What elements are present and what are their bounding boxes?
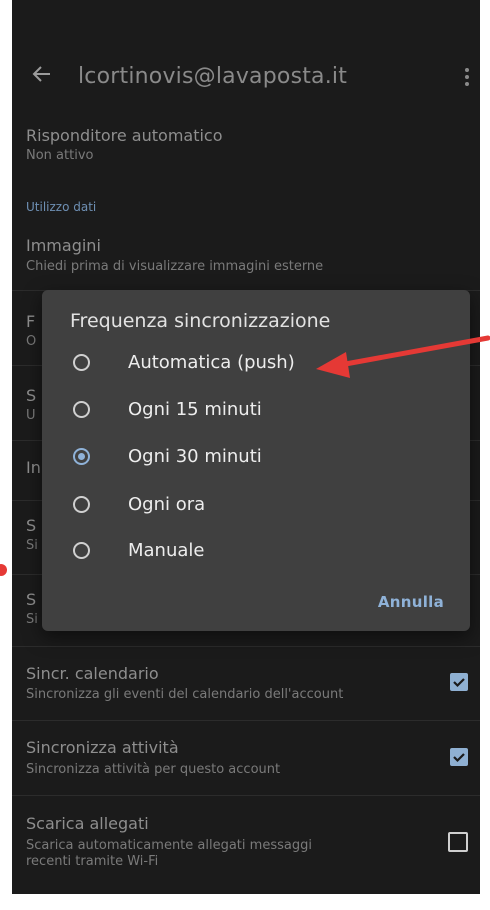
- pref-images[interactable]: Immagini Chiedi prima di visualizzare im…: [12, 226, 480, 286]
- divider: [12, 720, 480, 721]
- divider: [12, 646, 480, 647]
- pref-summary-partial: U: [26, 408, 36, 423]
- section-header-data-usage: Utilizzo dati: [26, 200, 97, 214]
- option-automatic-push[interactable]: Automatica (push): [42, 344, 470, 384]
- pref-summary-partial: Si: [26, 612, 38, 627]
- pref-autoreply[interactable]: Risponditore automatico Non attivo: [12, 118, 480, 178]
- account-title: lcortinovis@lavaposta.it: [78, 64, 348, 89]
- pref-summary-partial: O: [26, 334, 37, 349]
- pref-sync-tasks[interactable]: Sincronizza attività Sincronizza attivit…: [12, 724, 480, 794]
- radio-unselected-icon[interactable]: [73, 496, 90, 513]
- radio-unselected-icon[interactable]: [73, 401, 90, 418]
- pref-summary-line-2: recenti tramite Wi-Fi: [26, 854, 159, 869]
- option-every-15-minutes[interactable]: Ogni 15 minuti: [42, 391, 470, 431]
- pref-download-attachments[interactable]: Scarica allegati Scarica automaticamente…: [12, 800, 480, 890]
- divider: [12, 795, 480, 796]
- option-label: Automatica (push): [128, 352, 295, 373]
- pref-title-partial: F: [26, 312, 36, 331]
- pref-title: Risponditore automatico: [26, 126, 223, 145]
- checkbox-unchecked[interactable]: [448, 832, 468, 852]
- option-label: Ogni 30 minuti: [128, 446, 262, 467]
- pref-summary-partial: Si: [26, 538, 38, 553]
- back-arrow-icon[interactable]: [30, 62, 60, 92]
- pref-title: Scarica allegati: [26, 814, 149, 833]
- pref-title-partial: In: [26, 458, 41, 477]
- pref-summary-line-1: Scarica automaticamente allegati messagg…: [26, 838, 312, 853]
- option-manual[interactable]: Manuale: [42, 532, 470, 572]
- pref-summary: Non attivo: [26, 148, 94, 163]
- option-every-hour[interactable]: Ogni ora: [42, 486, 470, 526]
- option-every-30-minutes[interactable]: Ogni 30 minuti: [42, 438, 470, 478]
- more-options-icon[interactable]: [462, 66, 472, 90]
- option-label: Manuale: [128, 540, 205, 561]
- settings-screen: lcortinovis@lavaposta.it Risponditore au…: [12, 0, 480, 894]
- pref-title: Sincronizza attività: [26, 738, 179, 757]
- option-label: Ogni 15 minuti: [128, 399, 262, 420]
- annotation-dot-icon: [0, 564, 7, 576]
- pref-title-partial: S: [26, 386, 37, 405]
- pref-summary: Sincronizza gli eventi del calendario de…: [26, 687, 344, 702]
- pref-summary: Sincronizza attività per questo account: [26, 762, 281, 777]
- dialog-title: Frequenza sincronizzazione: [70, 310, 331, 332]
- checkbox-checked[interactable]: [450, 748, 468, 766]
- sync-frequency-dialog: Frequenza sincronizzazione Automatica (p…: [42, 290, 470, 631]
- radio-unselected-icon[interactable]: [73, 354, 90, 371]
- pref-title-partial: S: [26, 516, 37, 535]
- checkbox-checked[interactable]: [450, 673, 468, 691]
- cancel-button[interactable]: Annulla: [378, 593, 444, 611]
- pref-title: Sincr. calendario: [26, 664, 159, 683]
- pref-sync-calendar[interactable]: Sincr. calendario Sincronizza gli eventi…: [12, 650, 480, 720]
- radio-selected-icon[interactable]: [73, 448, 90, 465]
- pref-title: Immagini: [26, 236, 101, 255]
- radio-unselected-icon[interactable]: [73, 542, 90, 559]
- pref-summary: Chiedi prima di visualizzare immagini es…: [26, 259, 324, 274]
- pref-title-partial: S: [26, 590, 37, 609]
- option-label: Ogni ora: [128, 494, 206, 515]
